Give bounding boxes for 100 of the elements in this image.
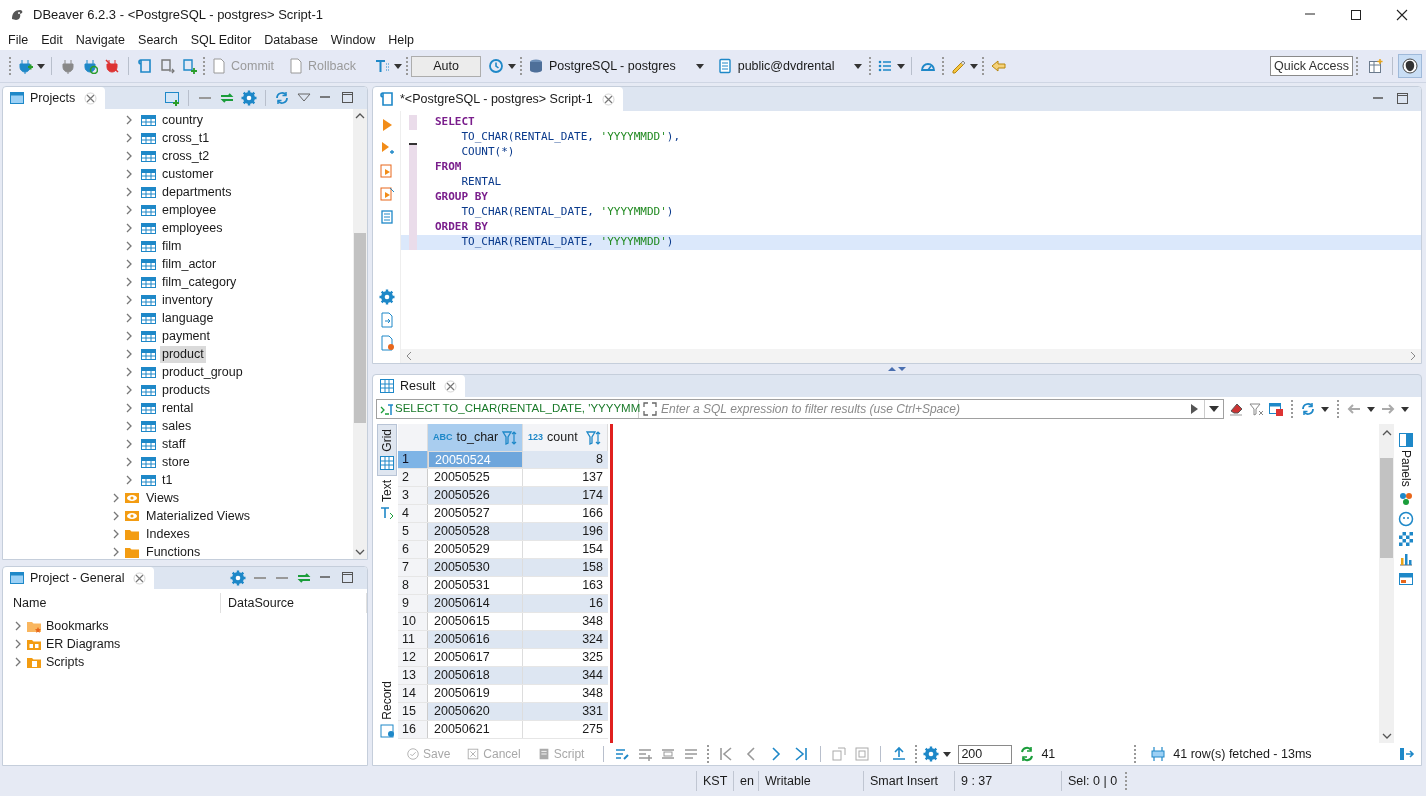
settings-icon[interactable] (230, 570, 246, 586)
layout-icon[interactable] (1398, 570, 1414, 587)
run-script-icon[interactable] (378, 186, 395, 202)
view-tab[interactable]: Grid (377, 424, 397, 476)
dropdown-caret-icon[interactable] (393, 62, 403, 70)
scroll-up-icon[interactable] (1381, 428, 1392, 438)
table-cell[interactable]: 20050530 (428, 559, 523, 576)
new-file-icon[interactable] (378, 335, 395, 351)
tree-item[interactable]: customer (160, 165, 216, 183)
tree-item[interactable]: product_group (160, 363, 245, 381)
table-cell[interactable]: 275 (523, 721, 608, 738)
filter-bar[interactable]: SELECT TO_CHAR(RENTAL_DATE, 'YYYYMM Enter a SQL expression to filter results (use Ctrl+Space) (376, 399, 1224, 419)
eraser-icon[interactable] (1228, 401, 1244, 417)
table-cell[interactable]: 158 (523, 559, 608, 576)
refresh-icon[interactable] (1019, 746, 1036, 762)
delete-row-icon[interactable] (683, 746, 700, 762)
table-cell[interactable]: 163 (523, 577, 608, 594)
code-line[interactable]: ORDER BY (435, 219, 488, 236)
last-page-icon[interactable] (793, 746, 810, 762)
menu-item[interactable]: SQL Editor (190, 30, 252, 50)
table-cell[interactable]: 166 (523, 505, 608, 522)
dropdown-caret-icon[interactable] (969, 62, 980, 70)
table-cell[interactable]: 20050615 (428, 613, 523, 630)
tree-item[interactable]: film_category (160, 273, 239, 291)
table-cell[interactable]: 20050621 (428, 721, 523, 738)
refresh-icon[interactable] (274, 90, 290, 106)
refresh-icon[interactable] (1300, 401, 1316, 417)
tree-item[interactable]: ER Diagrams (46, 634, 121, 654)
table-cell[interactable]: 8 (523, 451, 608, 468)
maximize-icon[interactable] (1349, 8, 1363, 22)
table-cell[interactable]: 20050618 (428, 667, 523, 684)
close-icon[interactable] (1395, 8, 1409, 22)
tree-item[interactable]: cross_t2 (160, 147, 212, 165)
code-line[interactable]: TO_CHAR(RENTAL_DATE, 'YYYYMMDD'), (435, 129, 681, 146)
result-tab[interactable]: Result (373, 375, 466, 397)
export-icon[interactable] (378, 312, 395, 328)
menu-item[interactable]: Help (388, 30, 415, 50)
table-cell[interactable]: 20050531 (428, 577, 523, 594)
tree-item[interactable]: language (160, 309, 216, 327)
tree-item[interactable]: film (160, 237, 184, 255)
transaction-mode-button[interactable]: Auto (411, 55, 481, 77)
tree-item[interactable]: Scripts (46, 652, 85, 672)
table-save-icon[interactable] (1268, 401, 1284, 417)
dropdown-caret-icon[interactable] (1207, 404, 1221, 414)
code-line[interactable]: COUNT(*) (435, 144, 515, 161)
table-cell[interactable]: 20050529 (428, 541, 523, 558)
edit-row-icon[interactable] (614, 746, 631, 762)
table-cell[interactable]: 20050617 (428, 649, 523, 666)
menu-item[interactable]: Edit (41, 30, 63, 50)
tree-item[interactable]: employees (160, 219, 225, 237)
connection-selector[interactable]: PostgreSQL - postgres (525, 56, 708, 76)
sort-filter-icon[interactable] (502, 429, 519, 446)
sash-arrows-icon[interactable] (887, 365, 907, 373)
script-add-icon[interactable] (181, 58, 197, 74)
table-cell[interactable]: 137 (523, 469, 608, 486)
script-switch-icon[interactable] (159, 58, 175, 74)
quick-access-field[interactable]: Quick Access (1269, 56, 1353, 76)
code-line[interactable]: GROUP BY (435, 189, 488, 206)
menu-item[interactable]: Window (330, 30, 376, 50)
plug-connect-icon[interactable] (82, 58, 98, 74)
dropdown-caret-icon[interactable] (36, 62, 46, 70)
panels-tab[interactable]: Panels (1397, 432, 1415, 487)
tree-item[interactable]: Bookmarks (46, 616, 109, 636)
tree-item[interactable]: t1 (160, 471, 175, 489)
table-cell[interactable]: 348 (523, 685, 608, 702)
tree-item[interactable]: staff (160, 435, 188, 453)
scroll-down-icon[interactable] (1381, 731, 1392, 741)
table-cell[interactable]: 174 (523, 487, 608, 504)
tree-item[interactable]: store (160, 453, 192, 471)
sort-filter-icon[interactable] (586, 429, 602, 446)
scrollbar-thumb[interactable] (354, 233, 366, 423)
back-arrow-icon[interactable] (990, 58, 1007, 74)
dropdown-caret-icon[interactable] (1320, 405, 1330, 413)
script-icon[interactable] (137, 58, 153, 74)
table-cell[interactable]: 324 (523, 631, 608, 648)
settings-icon[interactable] (241, 90, 257, 106)
dropdown-caret-icon[interactable] (896, 62, 907, 70)
tree-item[interactable]: country (160, 111, 205, 129)
tree-item[interactable]: payment (160, 327, 212, 345)
editor-tab[interactable]: *<PostgreSQL - postgres> Script-1 (373, 87, 623, 111)
settings-icon[interactable] (923, 746, 940, 762)
table-cell[interactable]: 154 (523, 541, 608, 558)
table-cell[interactable]: 20050616 (428, 631, 523, 648)
filter-icon[interactable] (1248, 401, 1264, 417)
table-cell[interactable]: 20050619 (428, 685, 523, 702)
table-cell[interactable]: 20050620 (428, 703, 523, 720)
scroll-right-icon[interactable] (1408, 351, 1418, 361)
table-cell[interactable]: 20050527 (428, 505, 523, 522)
menu-item[interactable]: Navigate (75, 30, 126, 50)
filter-input[interactable]: Enter a SQL expression to filter results (use Ctrl+Space) (661, 400, 1184, 418)
smiley-icon[interactable] (1398, 510, 1414, 527)
menu-item[interactable]: Search (138, 30, 178, 50)
plug-disconnect-icon[interactable] (104, 58, 120, 74)
menu-item[interactable]: Database (264, 30, 318, 50)
tree-item[interactable]: employee (160, 201, 219, 219)
code-line[interactable]: SELECT (435, 114, 475, 131)
tree-item[interactable]: Views (144, 488, 182, 508)
tree-item[interactable]: Indexes (144, 524, 192, 544)
copy-row-icon[interactable] (660, 746, 677, 762)
tree-item[interactable]: product (160, 345, 206, 363)
